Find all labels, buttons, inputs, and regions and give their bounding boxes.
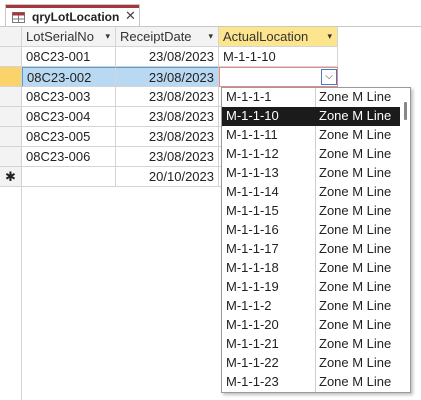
dropdown-item-zone: Zone M Line bbox=[319, 374, 392, 389]
scrollbar-thumb[interactable] bbox=[404, 102, 407, 120]
dropdown-item-code: M-1-1-16 bbox=[226, 222, 279, 237]
dropdown-item-zone: Zone M Line bbox=[319, 336, 392, 351]
dropdown-item-zone: Zone M Line bbox=[319, 146, 392, 161]
dropdown-item-code: M-1-1-21 bbox=[226, 336, 279, 351]
column-header-label: ReceiptDate bbox=[120, 29, 192, 44]
dropdown-item[interactable]: M-1-1-18 Zone M Line bbox=[222, 259, 400, 278]
dropdown-item-zone: Zone M Line bbox=[319, 241, 392, 256]
dropdown-item[interactable]: M-1-1-15 Zone M Line bbox=[222, 202, 400, 221]
row-selector-current[interactable] bbox=[0, 67, 22, 87]
dropdown-item-zone: Zone M Line bbox=[319, 222, 392, 237]
dropdown-item-code: M-1-1-12 bbox=[226, 146, 279, 161]
tab-qrylotlocation[interactable]: qryLotLocation ✕ bbox=[5, 4, 140, 27]
row-selector[interactable] bbox=[0, 147, 22, 167]
dropdown-item[interactable]: M-1-1-1 Zone M Line bbox=[222, 88, 400, 107]
dropdown-item[interactable]: M-1-1-19 Zone M Line bbox=[222, 278, 400, 297]
dropdown-item[interactable]: M-1-1-2 Zone M Line bbox=[222, 297, 400, 316]
dropdown-item-code: M-1-1-11 bbox=[226, 127, 278, 142]
column-header-receiptdate[interactable]: ReceiptDate ▾ bbox=[116, 27, 219, 47]
cell-lotserialno-new[interactable] bbox=[22, 167, 116, 187]
cell-receiptdate-new[interactable]: 20/10/2023 bbox=[116, 167, 219, 187]
dropdown-item[interactable]: M-1-1-20 Zone M Line bbox=[222, 316, 400, 335]
dropdown-item-zone: Zone M Line bbox=[319, 317, 392, 332]
document-tab-bar: qryLotLocation ✕ bbox=[0, 0, 421, 27]
cell-lotserialno[interactable]: 08C23-006 bbox=[22, 147, 116, 167]
row-selector[interactable] bbox=[0, 127, 22, 147]
dropdown-item-code: M-1-1-20 bbox=[226, 317, 279, 332]
dropdown-item[interactable]: M-1-1-22 Zone M Line bbox=[222, 354, 400, 373]
column-header-actuallocation[interactable]: ActualLocation ▾ bbox=[219, 27, 338, 47]
dropdown-item-code: M-1-1-10 bbox=[226, 108, 279, 123]
selector-column-filler bbox=[0, 187, 22, 400]
sort-filter-arrow-icon[interactable]: ▾ bbox=[105, 27, 110, 46]
dropdown-item-selected[interactable]: M-1-1-10 Zone M Line bbox=[222, 107, 400, 126]
dropdown-item-code: M-1-1-18 bbox=[226, 260, 279, 275]
tab-accent-bar bbox=[6, 5, 139, 8]
dropdown-item[interactable]: M-1-1-21 Zone M Line bbox=[222, 335, 400, 354]
dropdown-item[interactable]: M-1-1-13 Zone M Line bbox=[222, 164, 400, 183]
dropdown-item-zone: Zone M Line bbox=[319, 165, 392, 180]
cell-lotserialno[interactable]: 08C23-005 bbox=[22, 127, 116, 147]
dropdown-item-zone: Zone M Line bbox=[319, 260, 392, 275]
dropdown-item-code: M-1-1-22 bbox=[226, 355, 279, 370]
dropdown-item-zone: Zone M Line bbox=[319, 108, 392, 123]
dropdown-item-code: M-1-1-1 bbox=[226, 89, 272, 104]
new-record-selector[interactable]: ✱ bbox=[0, 167, 22, 187]
dropdown-item[interactable]: M-1-1-14 Zone M Line bbox=[222, 183, 400, 202]
dropdown-item[interactable]: M-1-1-16 Zone M Line bbox=[222, 221, 400, 240]
cell-lotserialno[interactable]: 08C23-002 bbox=[22, 67, 116, 87]
column-header-label: LotSerialNo bbox=[26, 29, 94, 44]
dropdown-item-zone: Zone M Line bbox=[319, 89, 392, 104]
cell-receiptdate[interactable]: 23/08/2023 bbox=[116, 67, 219, 87]
dropdown-item-code: M-1-1-13 bbox=[226, 165, 279, 180]
dropdown-item-code: M-1-1-17 bbox=[226, 241, 279, 256]
dropdown-item-code: M-1-1-14 bbox=[226, 184, 279, 199]
select-all-box[interactable] bbox=[0, 27, 22, 47]
dropdown-item-code: M-1-1-2 bbox=[226, 298, 272, 313]
dropdown-item-zone: Zone M Line bbox=[319, 184, 392, 199]
cell-actuallocation[interactable]: M-1-1-10 bbox=[219, 47, 338, 67]
combo-dropdown-button[interactable]: ⌵ bbox=[321, 69, 337, 85]
query-icon bbox=[12, 12, 25, 23]
dropdown-item-code: M-1-1-23 bbox=[226, 374, 279, 389]
dropdown-item-zone: Zone M Line bbox=[319, 127, 392, 142]
cell-receiptdate[interactable]: 23/08/2023 bbox=[116, 107, 219, 127]
row-selector[interactable] bbox=[0, 47, 22, 67]
dropdown-item-code: M-1-1-15 bbox=[226, 203, 279, 218]
dropdown-item-code: M-1-1-19 bbox=[226, 279, 279, 294]
new-record-icon: ✱ bbox=[5, 169, 16, 184]
location-dropdown-list[interactable]: M-1-1-1 Zone M Line M-1-1-10 Zone M Line M… bbox=[221, 87, 411, 393]
cell-receiptdate[interactable]: 23/08/2023 bbox=[116, 127, 219, 147]
dropdown-item[interactable]: M-1-1-12 Zone M Line bbox=[222, 145, 400, 164]
row-selector[interactable] bbox=[0, 107, 22, 127]
sort-filter-arrow-icon[interactable]: ▾ bbox=[327, 27, 332, 46]
cell-receiptdate[interactable]: 23/08/2023 bbox=[116, 147, 219, 167]
cell-lotserialno[interactable]: 08C23-001 bbox=[22, 47, 116, 67]
dropdown-item[interactable]: M-1-1-17 Zone M Line bbox=[222, 240, 400, 259]
cell-receiptdate[interactable]: 23/08/2023 bbox=[116, 87, 219, 107]
row-selector[interactable] bbox=[0, 87, 22, 107]
cell-receiptdate[interactable]: 23/08/2023 bbox=[116, 47, 219, 67]
cell-lotserialno[interactable]: 08C23-004 bbox=[22, 107, 116, 127]
cell-lotserialno[interactable]: 08C23-003 bbox=[22, 87, 116, 107]
dropdown-item-zone: Zone M Line bbox=[319, 355, 392, 370]
dropdown-item-zone: Zone M Line bbox=[319, 279, 392, 294]
column-header-label: ActualLocation bbox=[223, 29, 309, 44]
close-icon[interactable]: ✕ bbox=[125, 8, 136, 24]
sort-filter-arrow-icon[interactable]: ▾ bbox=[208, 27, 213, 46]
column-header-lotserialno[interactable]: LotSerialNo ▾ bbox=[22, 27, 116, 47]
tab-title: qryLotLocation bbox=[32, 10, 120, 24]
dropdown-item[interactable]: M-1-1-11 Zone M Line bbox=[222, 126, 400, 145]
dropdown-item-zone: Zone M Line bbox=[319, 203, 392, 218]
dropdown-item-zone: Zone M Line bbox=[319, 298, 392, 313]
dropdown-scrollbar[interactable] bbox=[400, 88, 410, 392]
dropdown-item[interactable]: M-1-1-23 Zone M Line bbox=[222, 373, 400, 392]
